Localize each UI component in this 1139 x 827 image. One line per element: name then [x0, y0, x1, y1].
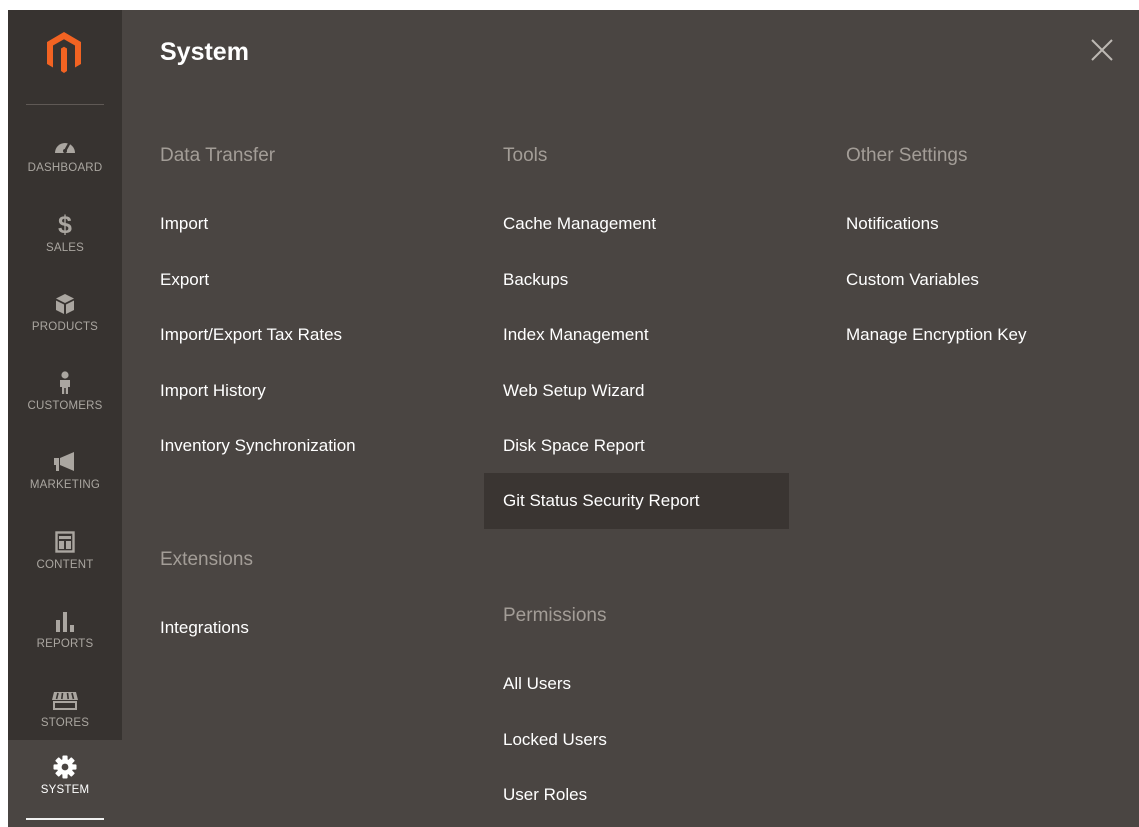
nav-content[interactable]: CONTENT — [8, 515, 122, 595]
nav-products[interactable]: PRODUCTS — [8, 277, 122, 357]
magento-logo-icon — [47, 32, 81, 73]
menu-item-backups[interactable]: Backups — [484, 252, 568, 308]
close-button[interactable] — [1088, 36, 1116, 64]
admin-sidebar: DASHBOARD $ SALES PRODUCTS CUSTOMERS MAR… — [8, 10, 122, 827]
close-icon — [1091, 39, 1113, 61]
nav-dashboard[interactable]: DASHBOARD — [8, 118, 122, 198]
nav-reports-label: REPORTS — [36, 638, 94, 650]
nav-reports[interactable]: REPORTS — [8, 594, 122, 674]
group-title-other-settings: Other Settings — [846, 145, 968, 166]
menu-item-all-users[interactable]: All Users — [484, 656, 571, 712]
menu-item-git-status-security-report[interactable]: Git Status Security Report — [484, 473, 789, 529]
nav-customers-label: CUSTOMERS — [27, 400, 103, 412]
menu-item-disk-space-report[interactable]: Disk Space Report — [484, 418, 645, 474]
bar-chart-icon — [56, 612, 74, 632]
gear-icon — [53, 755, 77, 779]
admin-frame: DASHBOARD $ SALES PRODUCTS CUSTOMERS MAR… — [8, 10, 1139, 827]
cube-icon — [56, 294, 74, 314]
menu-item-export[interactable]: Export — [141, 252, 209, 308]
group-title-tools: Tools — [503, 145, 548, 166]
menu-item-import[interactable]: Import — [141, 196, 208, 252]
nav-sales[interactable]: $ SALES — [8, 198, 122, 278]
menu-item-integrations[interactable]: Integrations — [141, 600, 249, 656]
menu-item-index-management[interactable]: Index Management — [484, 307, 649, 363]
nav-marketing-label: MARKETING — [29, 479, 101, 491]
menu-item-manage-encryption-key[interactable]: Manage Encryption Key — [827, 307, 1027, 363]
menu-item-inventory-synchronization[interactable]: Inventory Synchronization — [141, 418, 356, 474]
nav-stores-label: STORES — [40, 717, 90, 729]
panel-title: System — [160, 38, 249, 66]
group-title-permissions: Permissions — [503, 605, 607, 626]
menu-item-notifications[interactable]: Notifications — [827, 196, 939, 252]
nav-products-label: PRODUCTS — [31, 321, 99, 333]
menu-item-locked-users[interactable]: Locked Users — [484, 712, 607, 768]
logo-divider — [26, 104, 104, 105]
nav-customers[interactable]: CUSTOMERS — [8, 356, 122, 436]
nav-system-label: SYSTEM — [40, 784, 90, 796]
menu-item-custom-variables[interactable]: Custom Variables — [827, 252, 979, 308]
nav-system[interactable]: SYSTEM — [8, 740, 122, 827]
dollar-icon: $ — [58, 210, 72, 239]
group-title-extensions: Extensions — [160, 549, 253, 570]
menu-item-import-export-tax-rates[interactable]: Import/Export Tax Rates — [141, 307, 342, 363]
menu-item-import-history[interactable]: Import History — [141, 363, 266, 419]
menu-item-cache-management[interactable]: Cache Management — [484, 196, 656, 252]
dashboard-icon — [55, 141, 75, 153]
nav-sales-label: SALES — [45, 242, 85, 254]
nav-dashboard-label: DASHBOARD — [27, 162, 103, 174]
group-title-data-transfer: Data Transfer — [160, 145, 276, 166]
megaphone-icon — [54, 452, 74, 471]
menu-item-web-setup-wizard[interactable]: Web Setup Wizard — [484, 363, 644, 419]
nav-content-label: CONTENT — [36, 559, 94, 571]
menu-item-user-roles[interactable]: User Roles — [484, 767, 587, 823]
magento-logo[interactable] — [8, 10, 122, 105]
nav-marketing[interactable]: MARKETING — [8, 435, 122, 515]
layout-icon — [55, 531, 75, 553]
storefront-icon — [52, 692, 78, 710]
person-icon — [60, 371, 70, 394]
sidebar-bottom-divider — [26, 818, 104, 820]
